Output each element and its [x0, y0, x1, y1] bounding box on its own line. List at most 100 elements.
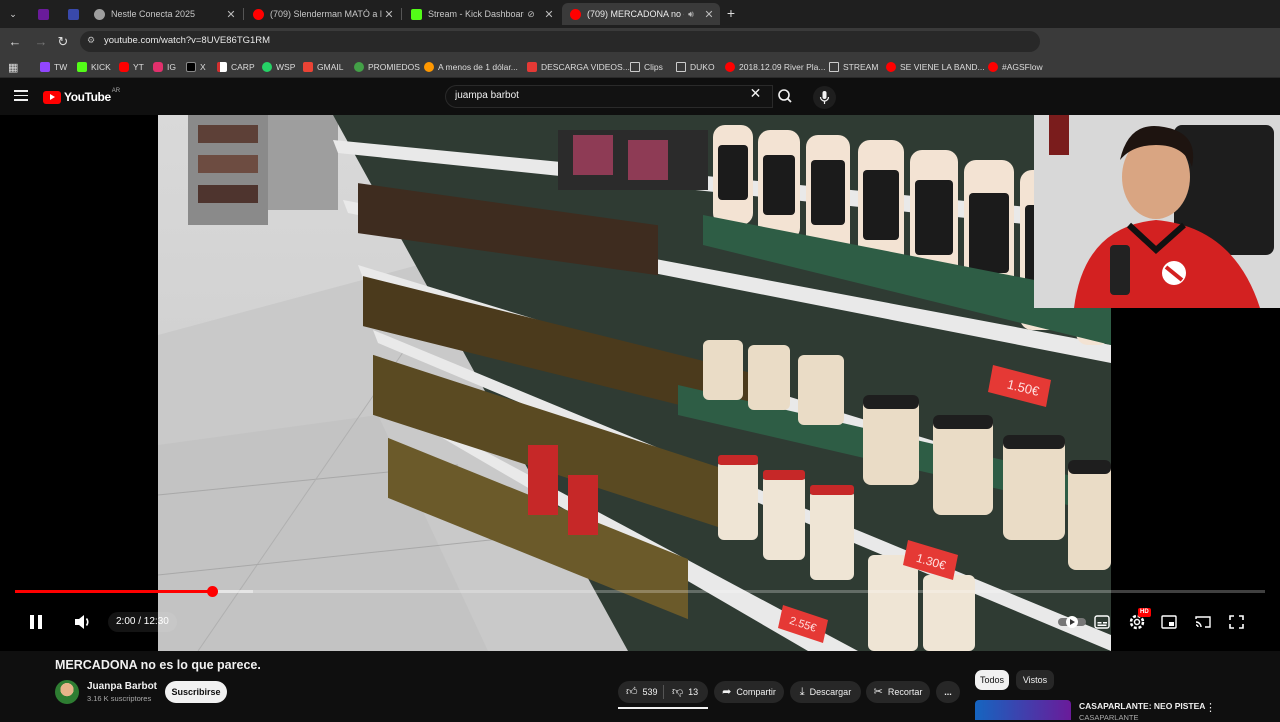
download-icon: ⤓: [799, 686, 805, 698]
pause-button[interactable]: [28, 614, 44, 630]
recommendation-title[interactable]: CASAPARLANTE: NEO PISTEA: [1079, 701, 1205, 711]
voice-search-button[interactable]: [813, 86, 836, 109]
progress-bar[interactable]: [15, 586, 1265, 597]
url-text[interactable]: youtube.com/watch?v=8UVE86TG1RM: [104, 35, 270, 46]
bookmark-folder-clips[interactable]: Clips: [630, 60, 663, 74]
like-underline: [618, 707, 708, 709]
search-button[interactable]: [772, 85, 799, 108]
youtube-favicon-icon: [570, 8, 581, 20]
new-tab-button[interactable]: +: [722, 4, 740, 22]
forward-arrow-icon[interactable]: →: [32, 33, 50, 51]
bookmark-yt[interactable]: YT: [119, 60, 144, 74]
tab-favicon-icon: [68, 8, 79, 20]
dollar-icon: [424, 62, 434, 72]
video-player[interactable]: 1.50€ 1.30€ 2.55€ 2:00 / 12:30 HD: [0, 115, 1280, 651]
recommendation-channel[interactable]: CASAPARLANTE: [1079, 713, 1138, 722]
clear-search-icon[interactable]: ✕: [748, 86, 763, 101]
bookmark-folder-duko[interactable]: DUKO: [676, 60, 715, 74]
kick-favicon-icon: [411, 8, 422, 20]
autoplay-toggle[interactable]: [1058, 615, 1086, 629]
tab-close-icon[interactable]: ✕: [382, 8, 396, 21]
bookmark-folder-stream[interactable]: STREAM: [829, 60, 878, 74]
youtube-logo[interactable]: YouTube AR: [43, 88, 120, 104]
tab-audio-icon[interactable]: 🔊︎: [684, 9, 698, 20]
streamer-webcam-feed: [1034, 115, 1280, 308]
youtube-favicon-icon: [253, 8, 264, 20]
time-display: 2:00 / 12:30: [108, 612, 177, 632]
bookmark-river-pla[interactable]: 2018.12.09 River Pla...: [725, 60, 825, 74]
more-horizontal-icon: ...: [944, 687, 952, 697]
promiedos-icon: [354, 62, 364, 72]
apps-grid-icon[interactable]: ▦: [8, 60, 18, 74]
fullscreen-button[interactable]: [1229, 615, 1244, 629]
tab-pinned-2[interactable]: [60, 3, 86, 25]
chip-vistos[interactable]: Vistos: [1016, 670, 1054, 690]
subscribe-button[interactable]: Suscribirse: [165, 681, 227, 703]
scissors-icon: ✂: [873, 686, 883, 698]
tab-title: Stream - Kick Dashboard: [428, 9, 524, 19]
whatsapp-icon: [262, 62, 272, 72]
tab-pinned-1[interactable]: [30, 3, 56, 25]
bookmark-se-viene[interactable]: SE VIENE LA BAND...: [886, 60, 985, 74]
channel-name[interactable]: Juanpa Barbot: [87, 681, 157, 692]
bookmark-promiedos[interactable]: PROMIEDOS: [354, 60, 420, 74]
tab-mercadona[interactable]: (709) MERCADONA no es lo 🔊︎ ✕: [562, 3, 720, 25]
tab-close-icon[interactable]: ✕: [542, 8, 556, 21]
like-button[interactable]: 👍︎ 539: [626, 681, 658, 703]
miniplayer-button[interactable]: [1161, 615, 1177, 629]
channel-avatar[interactable]: [55, 680, 79, 704]
bookmark-descarga[interactable]: DESCARGA VIDEOS...: [527, 60, 630, 74]
tab-slenderman[interactable]: (709) Slenderman MATÓ a los 5 ✕: [245, 3, 400, 25]
volume-button[interactable]: [74, 614, 92, 630]
tab-kick-dashboard[interactable]: Stream - Kick Dashboard ⊘ ✕: [403, 3, 560, 25]
more-vertical-icon[interactable]: ⋮: [1205, 701, 1216, 714]
folder-icon: [829, 62, 839, 72]
tab-nestle[interactable]: Nestle Conecta 2025 ✕: [86, 3, 242, 25]
folder-icon: [676, 62, 686, 72]
bookmark-agsflow[interactable]: #AGSFlow: [988, 60, 1043, 74]
dislike-count: 13: [688, 687, 699, 697]
share-button[interactable]: ➦ Compartir: [714, 681, 784, 703]
search-box[interactable]: [445, 85, 773, 108]
bookmark-dolar[interactable]: A menos de 1 dólar...: [424, 60, 518, 74]
youtube-icon: [886, 62, 896, 72]
youtube-icon: [988, 62, 998, 72]
river-plate-icon: [217, 62, 227, 72]
cast-button[interactable]: [1195, 615, 1211, 629]
dislike-button[interactable]: 👎︎ 13: [672, 681, 698, 703]
youtube-icon: [725, 62, 735, 72]
bookmark-gmail[interactable]: GMAIL: [303, 60, 343, 74]
download-button[interactable]: ⤓ Descargar: [790, 681, 861, 703]
bookmark-x[interactable]: X: [186, 60, 206, 74]
back-arrow-icon[interactable]: ←: [6, 33, 24, 51]
bookmark-tw[interactable]: TW: [40, 60, 67, 74]
video-frame[interactable]: 1.50€ 1.30€ 2.55€: [158, 115, 1111, 651]
bookmark-kick[interactable]: KICK: [77, 60, 111, 74]
address-bar[interactable]: ⚙︎ youtube.com/watch?v=8UVE86TG1RM: [80, 31, 1040, 52]
video-title: MERCADONA no es lo que parece.: [55, 658, 261, 672]
cast-icon: [1195, 616, 1211, 628]
progress-scrubber-handle[interactable]: [207, 586, 218, 597]
subtitles-button[interactable]: [1094, 615, 1110, 629]
chip-todos[interactable]: Todos: [975, 670, 1009, 690]
mute-tab-icon[interactable]: ⊘: [524, 9, 538, 20]
tab-search-icon[interactable]: ⌄: [4, 5, 22, 23]
browser-tab-bar: ⌄ Nestle Conecta 2025 ✕ (709) Slenderman…: [0, 0, 1280, 28]
webcam-overlay: [1034, 115, 1280, 308]
tab-close-icon[interactable]: ✕: [224, 8, 238, 21]
like-dislike-group: 👍︎ 539 👎︎ 13: [618, 681, 708, 703]
bookmarks-bar: ▦ TW KICK YT IG X CARP WSP GMAIL PROMIED…: [0, 55, 1280, 78]
reload-icon[interactable]: ↻: [54, 33, 72, 51]
more-actions-button[interactable]: ...: [936, 681, 960, 703]
tab-close-icon[interactable]: ✕: [702, 8, 716, 21]
bookmark-ig[interactable]: IG: [153, 60, 176, 74]
recommendation-thumbnail[interactable]: [975, 700, 1071, 720]
clip-button[interactable]: ✂ Recortar: [866, 681, 930, 703]
bookmark-wsp[interactable]: WSP: [262, 60, 295, 74]
tab-title: (709) MERCADONA no es lo: [587, 9, 684, 19]
search-input[interactable]: [455, 90, 735, 101]
kick-icon: [77, 62, 87, 72]
menu-icon[interactable]: [14, 90, 28, 101]
bookmark-carp[interactable]: CARP: [217, 60, 255, 74]
site-info-icon[interactable]: ⚙︎: [87, 35, 99, 47]
